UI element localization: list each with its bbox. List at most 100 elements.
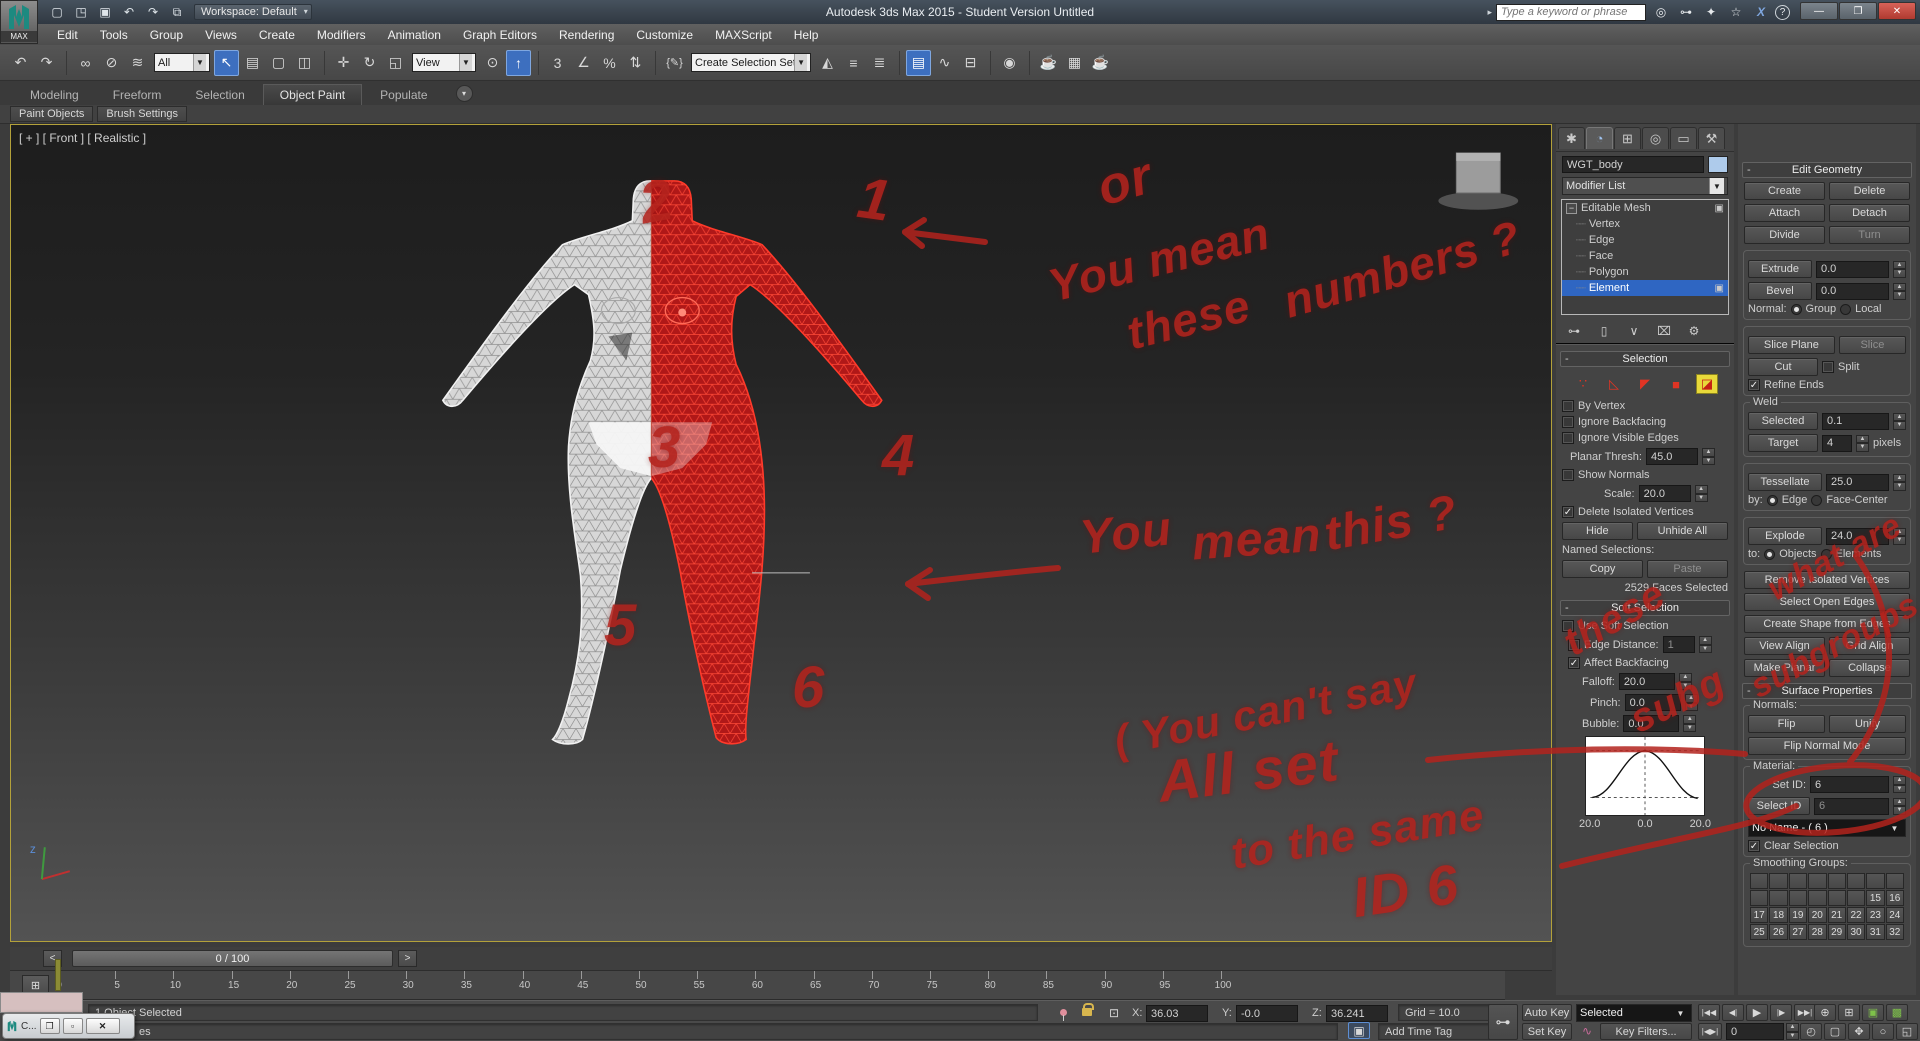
- smoothing-group-button[interactable]: [1847, 873, 1865, 889]
- restore-button[interactable]: ❐: [1839, 2, 1877, 20]
- smoothing-group-button[interactable]: [1866, 873, 1884, 889]
- search-input[interactable]: [1496, 4, 1646, 21]
- flip-normal-mode-button[interactable]: Flip Normal Mode: [1748, 737, 1906, 755]
- spinner-snap-icon[interactable]: ⇅: [623, 50, 648, 76]
- extrude-button[interactable]: Extrude: [1748, 260, 1812, 278]
- affect-backfacing-checkbox[interactable]: ✓: [1568, 657, 1580, 669]
- pin-stack-icon[interactable]: ⊶: [1564, 323, 1584, 339]
- close-icon[interactable]: ✕: [86, 1018, 120, 1034]
- stack-row-face[interactable]: ┈┈Face: [1562, 248, 1728, 264]
- explode-to-objects-radio[interactable]: [1764, 549, 1775, 560]
- weld-threshold-spinner[interactable]: ▲▼: [1893, 413, 1906, 430]
- smoothing-group-button[interactable]: [1886, 873, 1904, 889]
- extrude-field[interactable]: 0.0: [1816, 261, 1889, 278]
- max-logo[interactable]: MAX: [0, 0, 38, 44]
- percent-snap-icon[interactable]: %: [597, 50, 622, 76]
- detach-button[interactable]: Detach: [1829, 204, 1910, 222]
- new-scene-icon[interactable]: ▢: [46, 3, 68, 21]
- rollout-selection[interactable]: -Selection: [1560, 351, 1730, 367]
- close-button[interactable]: ✕: [1878, 2, 1916, 20]
- viewcube[interactable]: [1438, 153, 1518, 210]
- play-icon[interactable]: ▶: [1746, 1004, 1768, 1021]
- edge-distance-field[interactable]: 1: [1663, 636, 1695, 653]
- maximize-viewport-icon[interactable]: ◱: [1896, 1023, 1918, 1040]
- tessellate-by-edge-radio[interactable]: [1767, 495, 1778, 506]
- select-id-button[interactable]: Select ID: [1748, 797, 1810, 815]
- stack-row-vertex[interactable]: ┈┈Vertex: [1562, 216, 1728, 232]
- flip-button[interactable]: Flip: [1748, 715, 1825, 733]
- weld-target-field[interactable]: 4: [1822, 435, 1852, 452]
- minimize-button[interactable]: —: [1800, 2, 1838, 20]
- snaps-toggle-icon[interactable]: 3: [545, 50, 570, 76]
- infocenter-expand-icon[interactable]: ▸: [1487, 7, 1492, 18]
- rendered-frame-window-icon[interactable]: ▦: [1062, 50, 1087, 76]
- delete-button[interactable]: Delete: [1829, 182, 1910, 200]
- smoothing-group-button[interactable]: 28: [1808, 924, 1826, 940]
- smoothing-group-button[interactable]: 20: [1808, 907, 1826, 923]
- ribbon-tab-selection[interactable]: Selection: [179, 85, 260, 105]
- key-mode-dropdown[interactable]: Selected▼: [1576, 1004, 1692, 1022]
- smoothing-group-button[interactable]: 23: [1866, 907, 1884, 923]
- menu-modifiers[interactable]: Modifiers: [306, 26, 377, 44]
- normal-local-radio[interactable]: [1840, 304, 1851, 315]
- make-unique-icon[interactable]: ∨: [1624, 323, 1644, 339]
- zoom-extents-icon[interactable]: ▣: [1862, 1004, 1884, 1021]
- select-id-spinner[interactable]: ▲▼: [1893, 798, 1906, 815]
- show-normals-checkbox[interactable]: [1562, 469, 1574, 481]
- project-folder-icon[interactable]: ⧉: [166, 3, 188, 21]
- modify-tab-icon[interactable]: ◔: [1586, 127, 1613, 149]
- bubble-field[interactable]: 0.0: [1623, 715, 1679, 732]
- smoothing-group-button[interactable]: 21: [1828, 907, 1846, 923]
- tessellate-spinner[interactable]: ▲▼: [1893, 474, 1906, 491]
- key-step-toggle[interactable]: |◀▶|: [1698, 1023, 1722, 1040]
- smoothing-group-button[interactable]: [1808, 890, 1826, 906]
- redo-icon[interactable]: ↷: [142, 3, 164, 21]
- edge-subobject-icon[interactable]: ◺: [1603, 374, 1625, 394]
- schematic-view-icon[interactable]: ⊟: [958, 50, 983, 76]
- bevel-spinner[interactable]: ▲▼: [1893, 283, 1906, 300]
- remove-isolated-vertices-button[interactable]: Remove Isolated Vertices: [1744, 571, 1910, 589]
- minimize-icon[interactable]: ▫: [63, 1018, 83, 1034]
- x-coordinate-field[interactable]: 36.03: [1146, 1005, 1208, 1022]
- delete-isolated-vertices-checkbox[interactable]: ✓: [1562, 506, 1574, 518]
- explode-to-elements-radio[interactable]: [1821, 549, 1832, 560]
- explode-spinner[interactable]: ▲▼: [1893, 528, 1906, 545]
- smoothing-group-button[interactable]: 15: [1866, 890, 1884, 906]
- unify-button[interactable]: Unify: [1829, 715, 1906, 733]
- current-frame-marker[interactable]: [55, 959, 61, 991]
- turn-button[interactable]: Turn: [1829, 226, 1910, 244]
- smoothing-group-button[interactable]: [1789, 873, 1807, 889]
- use-pivot-point-center-icon[interactable]: ⊙: [480, 50, 505, 76]
- refine-ends-checkbox[interactable]: ✓: [1748, 379, 1760, 391]
- save-file-icon[interactable]: ▣: [94, 3, 116, 21]
- tessellate-field[interactable]: 25.0: [1826, 474, 1889, 491]
- menu-edit[interactable]: Edit: [46, 26, 89, 44]
- tab-paint-objects[interactable]: Paint Objects: [10, 106, 93, 122]
- edge-distance-spinner[interactable]: ▲▼: [1699, 636, 1712, 653]
- edit-named-selection-sets-icon[interactable]: {✎}: [662, 50, 687, 76]
- select-and-scale-icon[interactable]: ◱: [383, 50, 408, 76]
- ribbon-tab-freeform[interactable]: Freeform: [97, 85, 178, 105]
- face-subobject-icon[interactable]: ◤: [1634, 374, 1656, 394]
- smoothing-group-button[interactable]: [1789, 890, 1807, 906]
- select-and-move-icon[interactable]: ✛: [331, 50, 356, 76]
- open-file-icon[interactable]: ◳: [70, 3, 92, 21]
- falloff-spinner[interactable]: ▲▼: [1679, 673, 1692, 690]
- view-align-button[interactable]: View Align: [1744, 637, 1825, 655]
- smoothing-group-button[interactable]: 26: [1769, 924, 1787, 940]
- object-color-swatch[interactable]: [1708, 156, 1728, 173]
- slice-button[interactable]: Slice: [1839, 336, 1906, 354]
- tessellate-by-face-center-radio[interactable]: [1811, 495, 1822, 506]
- vertex-subobject-icon[interactable]: ∵: [1572, 374, 1594, 394]
- material-id-dropdown[interactable]: No Name - ( 6 )▼: [1748, 819, 1906, 837]
- smoothing-group-button[interactable]: 31: [1866, 924, 1884, 940]
- selection-lock-icon[interactable]: [1076, 1003, 1098, 1020]
- rollout-surface-properties[interactable]: -Surface Properties: [1742, 683, 1912, 699]
- create-shape-from-edges-button[interactable]: Create Shape from Edges: [1744, 615, 1910, 633]
- undo-icon[interactable]: ↶: [8, 50, 33, 76]
- extrude-spinner[interactable]: ▲▼: [1893, 261, 1906, 278]
- smoothing-group-button[interactable]: [1750, 873, 1768, 889]
- smoothing-group-button[interactable]: 18: [1769, 907, 1787, 923]
- menu-graph-editors[interactable]: Graph Editors: [452, 26, 548, 44]
- set-id-spinner[interactable]: ▲▼: [1893, 776, 1906, 793]
